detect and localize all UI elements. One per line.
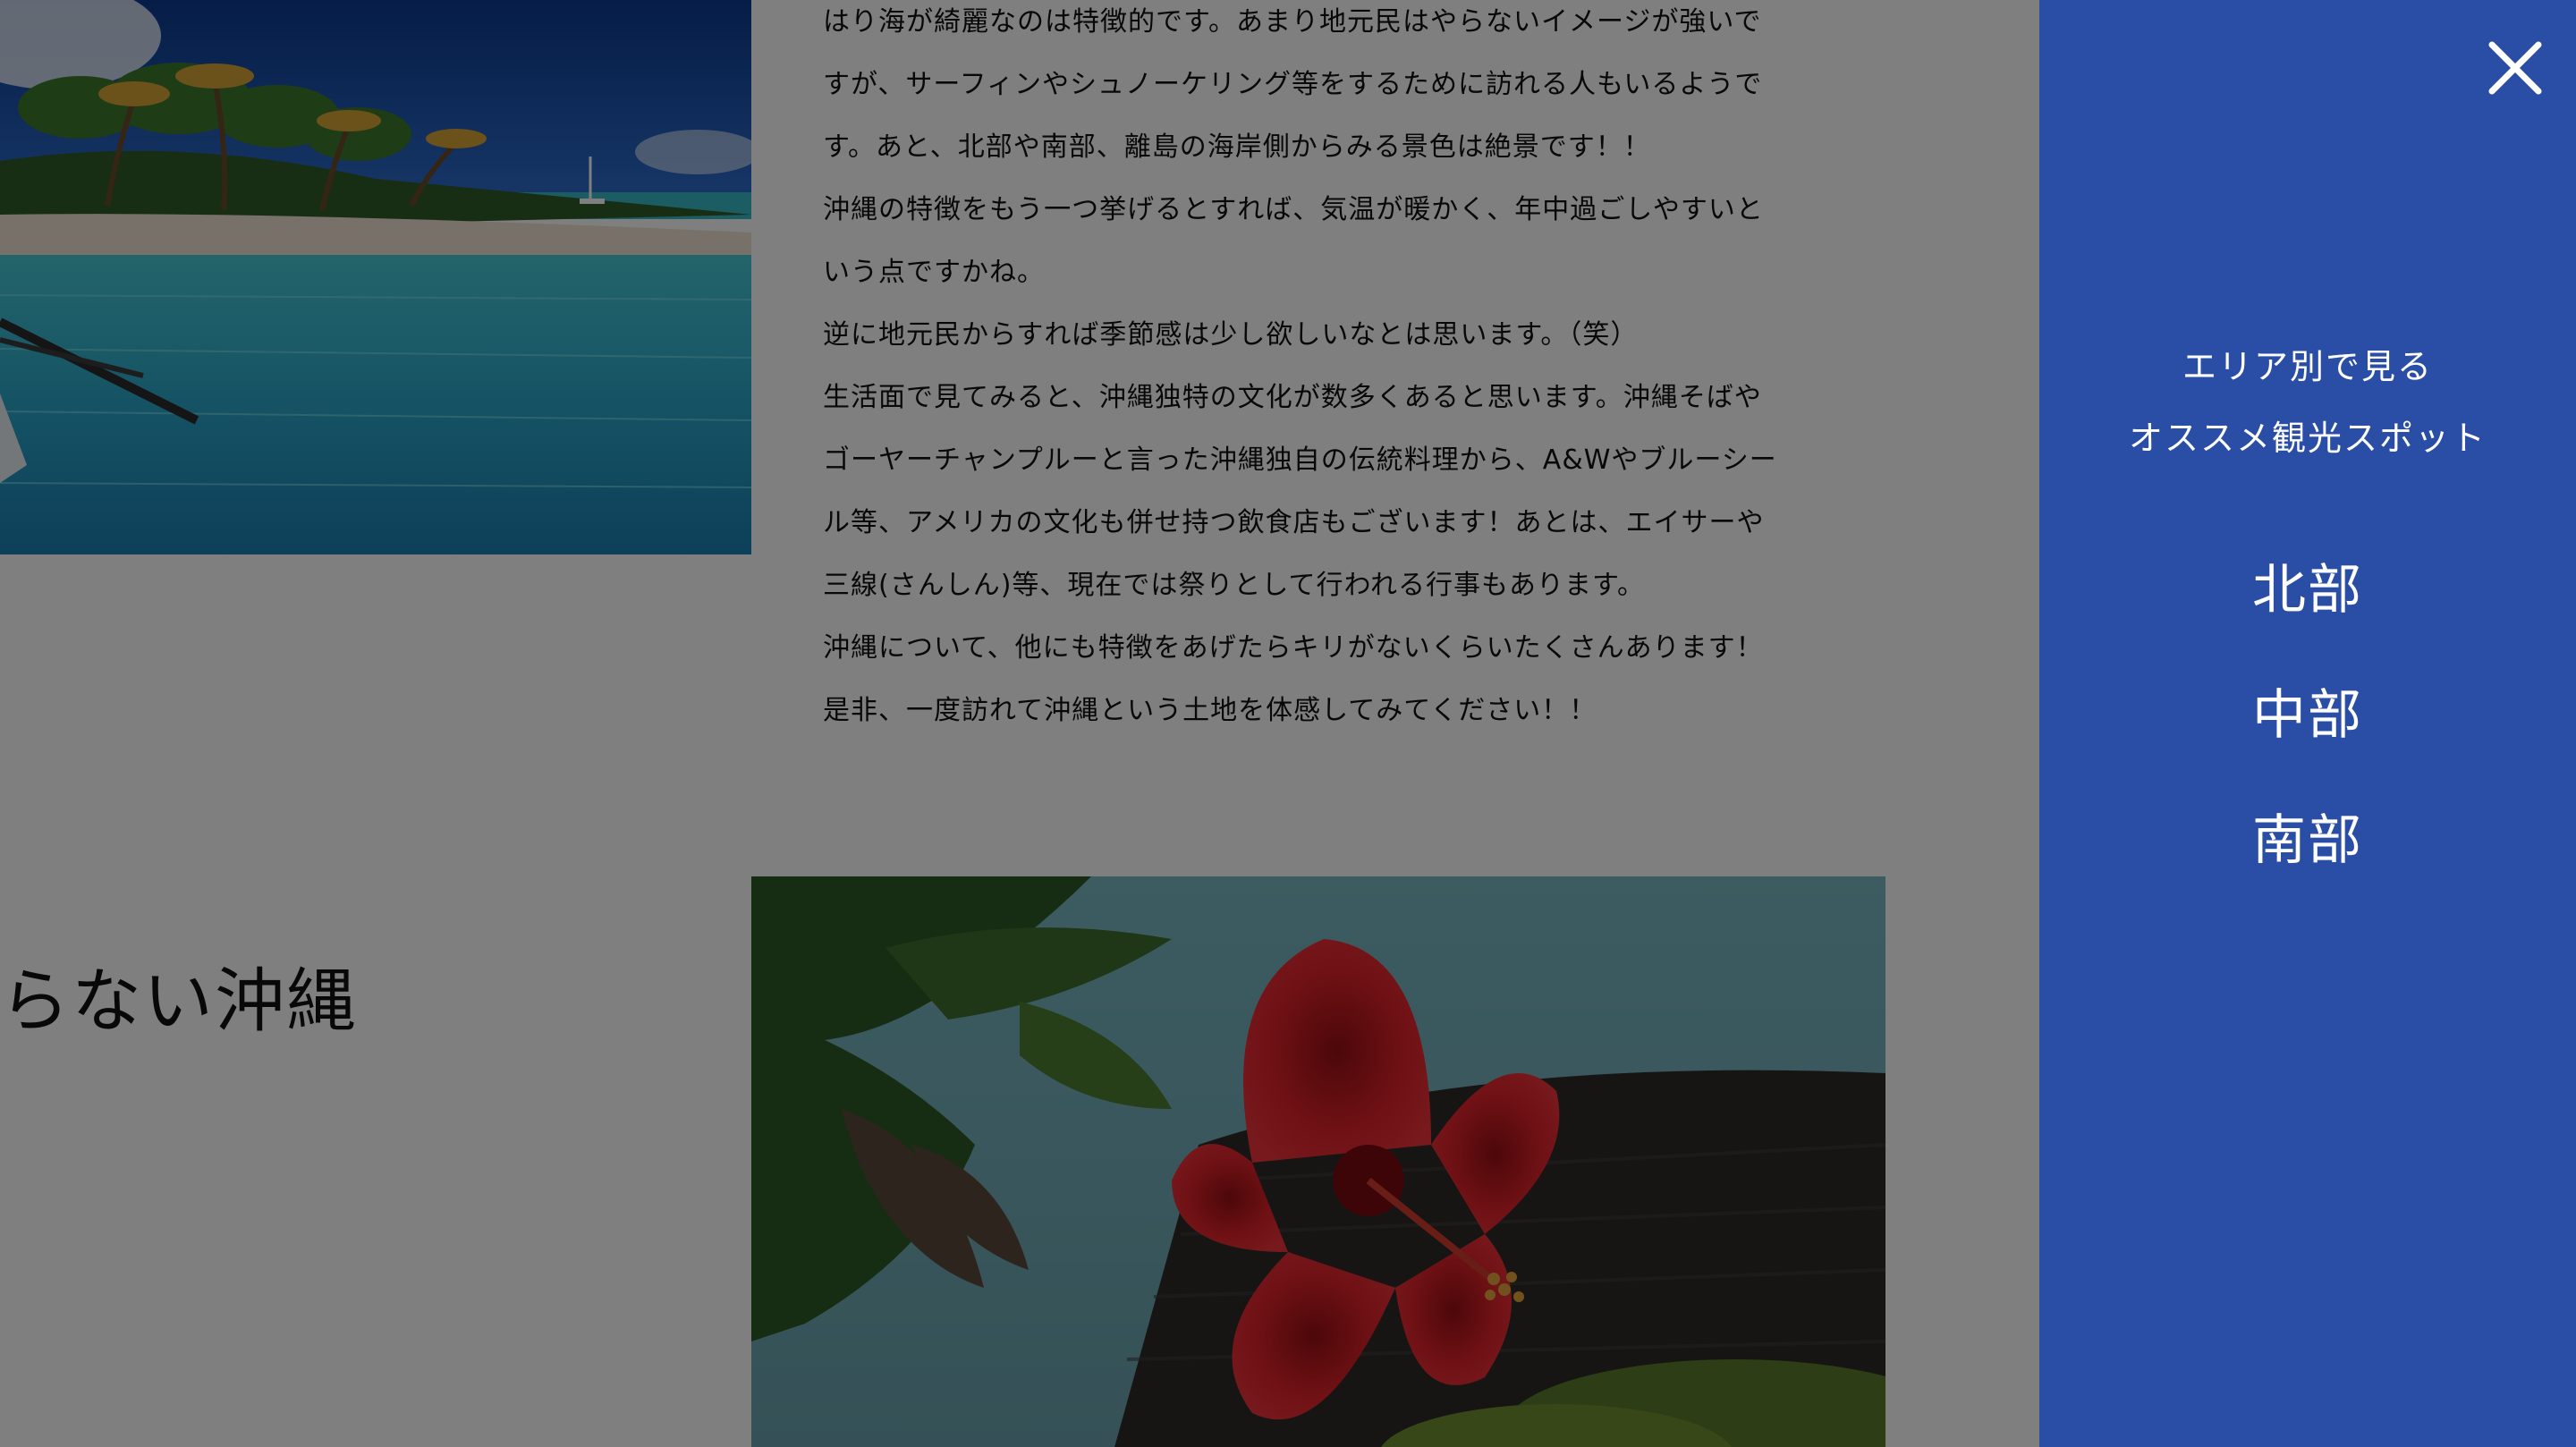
page: はり海が綺麗なのは特徴的です。あまり地元民はやらないイメージが強いで すが、サー… xyxy=(0,0,2576,1447)
drawer-heading: エリア別で見る オススメ観光スポット xyxy=(2039,331,2576,474)
drawer-heading-line1: エリア別で見る xyxy=(2182,347,2433,386)
area-link-south[interactable]: 南部 xyxy=(2039,778,2576,903)
close-icon[interactable] xyxy=(2487,39,2544,97)
area-drawer-menu: エリア別で見る オススメ観光スポット 北部 中部 南部 xyxy=(2039,0,2576,1447)
drawer-heading-line2: オススメ観光スポット xyxy=(2128,419,2487,458)
area-list: 北部 中部 南部 xyxy=(2039,528,2576,903)
area-link-central[interactable]: 中部 xyxy=(2039,653,2576,778)
area-link-north[interactable]: 北部 xyxy=(2039,528,2576,653)
